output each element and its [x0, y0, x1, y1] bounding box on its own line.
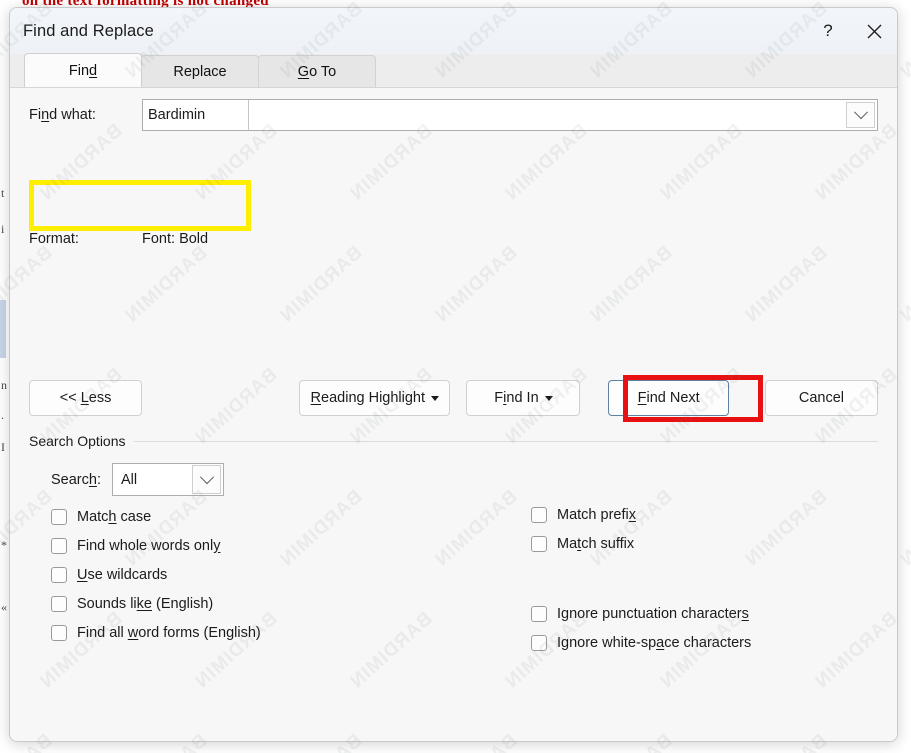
- chevron-glyph: [853, 105, 868, 120]
- search-scope-value: All: [121, 471, 138, 488]
- dialog-title: Find and Replace: [23, 21, 154, 40]
- checkbox-match-suffix-label: Match suffix: [557, 535, 635, 552]
- cancel-button[interactable]: Cancel: [764, 380, 878, 416]
- find-what-combobox-field[interactable]: [249, 100, 846, 130]
- find-group-title: Find: [29, 739, 56, 741]
- chevron-glyph: [199, 469, 214, 484]
- checkbox-ignore-white-space[interactable]: Ignore white-space characters: [531, 628, 861, 657]
- find-next-button[interactable]: Find Next: [608, 380, 729, 416]
- checkbox-ignore-punctuation[interactable]: Ignore punctuation characters: [531, 599, 861, 628]
- checkbox-match-case-label: Match case: [77, 508, 152, 525]
- search-options-left-column: Match case Find whole words only Use wil…: [51, 502, 381, 647]
- checkbox-sounds-like-label: Sounds like (English): [77, 595, 214, 612]
- search-options-group-header: Search Options: [29, 433, 878, 449]
- less-button-label: << Less: [59, 390, 112, 406]
- document-left-fragment: I: [1, 440, 5, 454]
- checkbox-match-prefix[interactable]: Match prefix: [531, 500, 861, 529]
- checkbox-find-whole-words-only[interactable]: Find whole words only: [51, 531, 381, 560]
- checkbox-match-prefix-label: Match prefix: [557, 506, 636, 523]
- find-in-button[interactable]: Find In: [466, 380, 581, 416]
- checkbox-ignore-punctuation-label: Ignore punctuation characters: [557, 605, 749, 622]
- find-and-replace-dialog: Find and Replace ? Find Replace Go To Fi…: [9, 7, 898, 742]
- tab-replace-label: Replace: [173, 63, 227, 80]
- tab-go-to[interactable]: Go To: [258, 55, 376, 87]
- caret-down-icon: [431, 395, 440, 401]
- search-options-right-column: Match prefix Match suffix Ignore punctua…: [531, 500, 861, 657]
- search-scope-select[interactable]: All: [112, 463, 224, 496]
- document-left-fragment: *: [1, 538, 7, 552]
- checkbox-box[interactable]: [531, 535, 547, 552]
- format-value: Font: Bold: [142, 231, 209, 247]
- document-left-fragment: i: [1, 222, 5, 236]
- checkbox-box[interactable]: [531, 506, 547, 523]
- less-button[interactable]: << Less: [29, 380, 143, 416]
- tab-find-label: Find: [68, 62, 98, 79]
- checkbox-ignore-white-space-label: Ignore white-space characters: [557, 634, 752, 651]
- document-left-fragment: «: [1, 600, 7, 614]
- close-x-icon[interactable]: [851, 8, 897, 54]
- document-left-fragment: .: [1, 408, 4, 422]
- format-label: Format:: [29, 231, 79, 247]
- reading-highlight-label: Reading Highlight: [310, 390, 426, 406]
- dialog-tabstrip: Find Replace Go To: [10, 53, 897, 87]
- checkbox-box[interactable]: [51, 537, 67, 554]
- chevron-down-icon[interactable]: [846, 102, 875, 128]
- yellow-highlight-annotation: [29, 180, 251, 231]
- find-what-label: Find what:: [29, 107, 96, 123]
- dialog-action-buttons: << Less Reading Highlight Find In Find N…: [29, 379, 878, 417]
- checkbox-box[interactable]: [51, 566, 67, 583]
- format-row: Format: Font: Bold: [29, 231, 208, 247]
- checkbox-box[interactable]: [531, 605, 547, 622]
- tab-replace[interactable]: Replace: [141, 55, 259, 87]
- caret-down-icon: [544, 395, 553, 401]
- checkbox-box[interactable]: [531, 634, 547, 651]
- document-left-fragment: n: [1, 378, 7, 392]
- titlebar-buttons: ?: [805, 8, 897, 54]
- tab-go-to-label: Go To: [297, 63, 337, 80]
- checkbox-find-all-word-forms-label: Find all word forms (English): [77, 624, 261, 641]
- reading-highlight-button[interactable]: Reading Highlight: [299, 380, 451, 416]
- find-group-header: Find: [29, 739, 878, 741]
- checkbox-box[interactable]: [51, 624, 67, 641]
- find-what-input[interactable]: [143, 100, 249, 130]
- checkbox-use-wildcards[interactable]: Use wildcards: [51, 560, 381, 589]
- checkbox-sounds-like[interactable]: Sounds like (English): [51, 589, 381, 618]
- group-divider: [133, 440, 878, 442]
- search-options-title: Search Options: [29, 433, 126, 449]
- find-what-row: Find what:: [29, 99, 878, 131]
- dialog-titlebar: Find and Replace ?: [10, 8, 897, 54]
- chevron-down-icon[interactable]: [192, 465, 221, 494]
- checkbox-find-all-word-forms[interactable]: Find all word forms (English): [51, 618, 381, 647]
- checkbox-box[interactable]: [51, 508, 67, 525]
- search-scope-label: Search:: [51, 471, 101, 488]
- find-what-combobox[interactable]: [142, 99, 878, 131]
- checkbox-box[interactable]: [51, 595, 67, 612]
- checkbox-match-suffix[interactable]: Match suffix: [531, 529, 861, 558]
- checkbox-find-whole-words-only-label: Find whole words only: [77, 537, 221, 554]
- help-question-icon[interactable]: ?: [805, 8, 851, 54]
- checkbox-use-wildcards-label: Use wildcards: [77, 566, 168, 583]
- tab-find[interactable]: Find: [24, 53, 142, 87]
- find-next-label: Find Next: [637, 390, 700, 406]
- search-scope-row: Search: All: [51, 463, 224, 496]
- find-in-label: Find In: [494, 390, 539, 406]
- checkbox-match-case[interactable]: Match case: [51, 502, 381, 531]
- document-left-fragment: t: [1, 186, 5, 200]
- dialog-body: Find what: Format: Font: Bold << Less Re…: [10, 87, 897, 741]
- document-left-selection-bar: [0, 300, 6, 358]
